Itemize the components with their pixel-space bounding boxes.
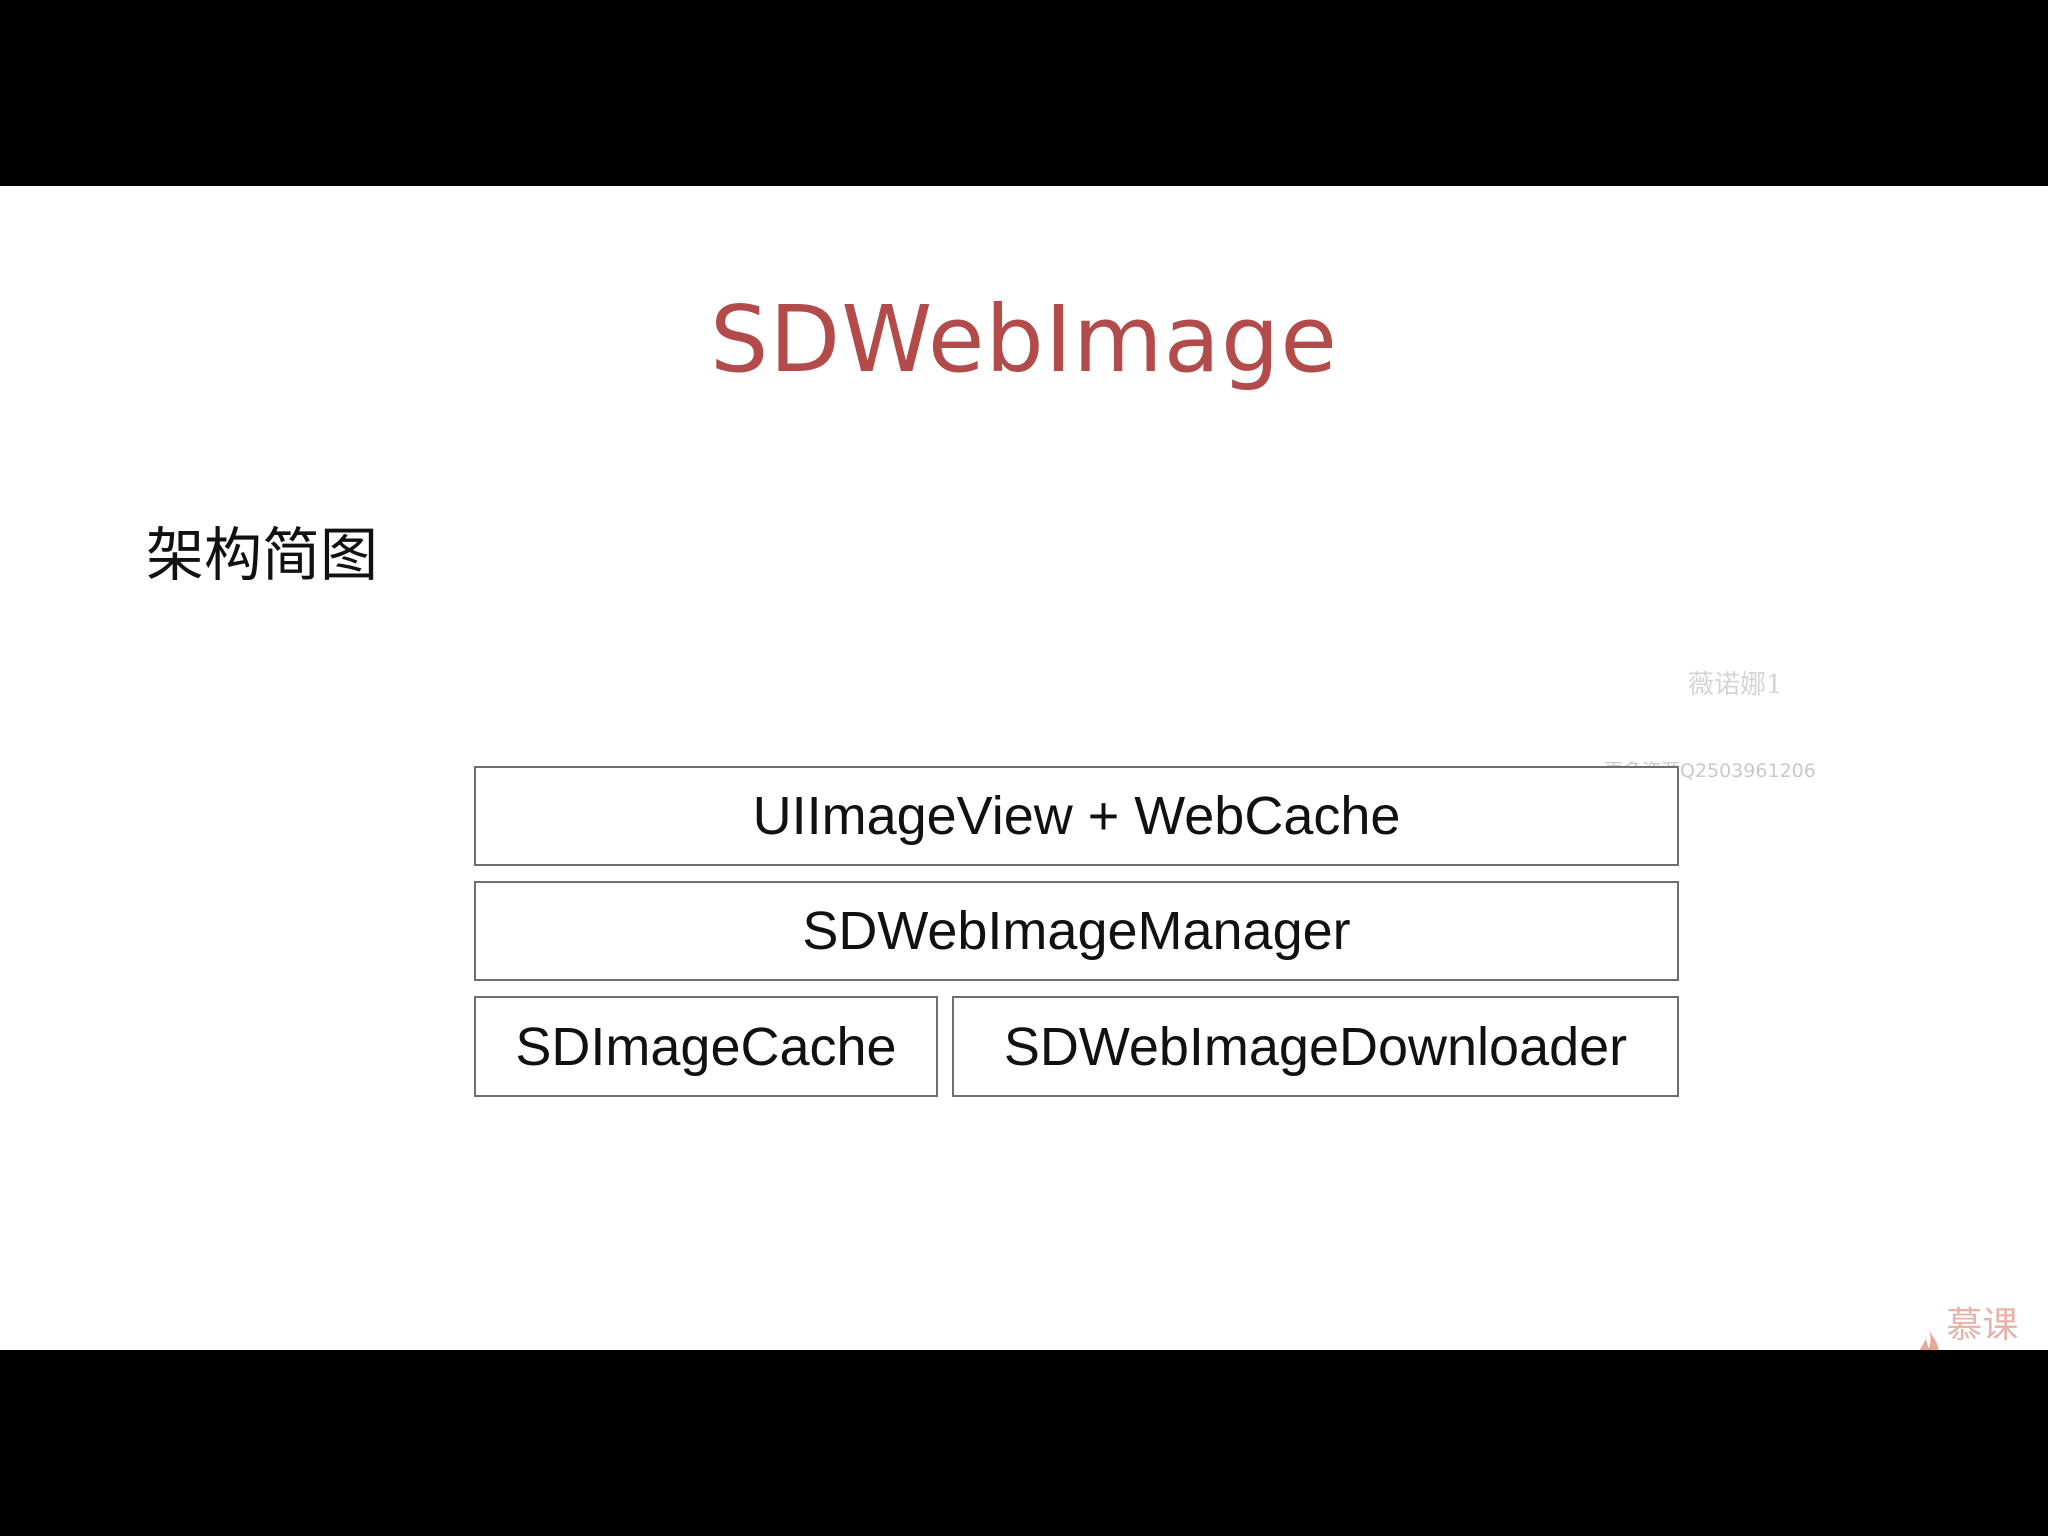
layer-sdwebimagemanager: SDWebImageManager [474, 881, 1679, 981]
slide-title: SDWebImage [710, 286, 1338, 393]
video-letterbox-bottom [0, 1350, 2048, 1536]
video-letterbox-top [0, 0, 2048, 186]
site-logo: 慕课网 [1916, 1296, 2048, 1350]
flame-icon [1919, 1329, 1939, 1350]
layer-sdimagecache: SDImageCache [474, 996, 938, 1097]
presentation-slide: SDWebImage 架构简图 薇诺娜1 更多资源Q2503961206 UII… [0, 186, 2048, 1350]
layer-uiimageview-webcache: UIImageView + WebCache [474, 766, 1679, 866]
logo-text: 慕课网 [1946, 1305, 2019, 1346]
section-heading: 架构简图 [146, 521, 379, 589]
layer-sdwebimagedownloader: SDWebImageDownloader [952, 996, 1679, 1097]
watermark-name: 薇诺娜1 [1688, 670, 1783, 700]
